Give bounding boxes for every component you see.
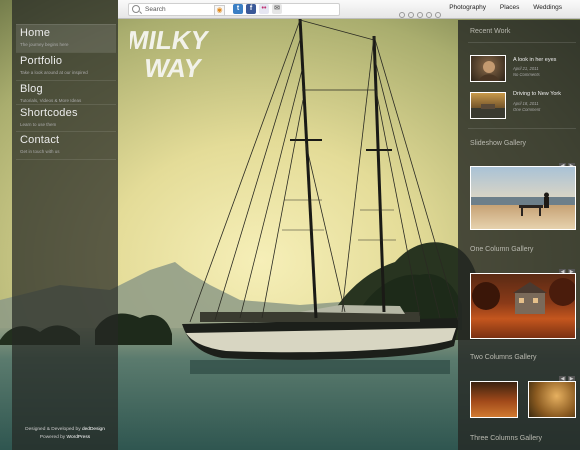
rss-icon[interactable]: ◉ <box>214 5 225 16</box>
work-thumb-2[interactable] <box>470 92 506 119</box>
work-date-1: April 21, 2011 <box>513 66 539 71</box>
designed-prefix: Designed & Developed by <box>25 427 82 432</box>
recent-work-title: Recent Work <box>470 28 511 35</box>
two-columns-gallery-title: Two Columns Gallery <box>470 354 537 361</box>
two-columns-image-1[interactable] <box>470 381 518 418</box>
slide-dot-4[interactable] <box>426 12 432 18</box>
menu-subtitle: Learn to use them <box>20 122 57 127</box>
slide-dot-5[interactable] <box>435 12 441 18</box>
nav-weddings[interactable]: Weddings <box>533 4 562 11</box>
menu-subtitle: Take a look around at our inspired <box>20 70 88 75</box>
search-icon <box>132 5 140 13</box>
work-title-2[interactable]: Driving to New York <box>513 91 561 97</box>
footer-credits: Designed & Developed by dedDesign <box>12 427 118 432</box>
work-title-1[interactable]: A look in her eyes <box>513 57 556 63</box>
work-comments-2[interactable]: One Comment <box>513 107 540 112</box>
menu-item-shortcodes[interactable]: Shortcodes Learn to use them <box>16 104 116 132</box>
slide-dot-3[interactable] <box>417 12 423 18</box>
menu-item-home[interactable]: Home The journey begins here <box>16 24 116 52</box>
divider <box>468 128 576 129</box>
milky-way-logo[interactable]: MILKY WAY <box>125 25 250 90</box>
three-columns-gallery-title: Three Columns Gallery <box>470 435 542 442</box>
left-sidebar: Home The journey begins here Portfolio T… <box>12 0 118 450</box>
work-comments-1[interactable]: No Comments <box>513 72 540 77</box>
two-columns-image-2[interactable] <box>528 381 576 418</box>
logo-line-1: MILKY <box>130 25 211 55</box>
facebook-icon[interactable]: f <box>246 4 256 14</box>
email-icon[interactable]: ✉ <box>272 4 282 14</box>
menu-title: Shortcodes <box>20 107 78 119</box>
one-column-gallery-title: One Column Gallery <box>470 246 534 253</box>
wordpress-link[interactable]: WordPress <box>67 435 91 440</box>
work-thumb-1[interactable] <box>470 55 506 82</box>
menu-subtitle: Get in touch with us <box>20 149 60 154</box>
designer-link[interactable]: dedDesign <box>82 427 105 432</box>
slide-dot-2[interactable] <box>408 12 414 18</box>
menu-title: Blog <box>20 83 43 95</box>
footer-powered: Powered by WordPress <box>12 435 118 440</box>
menu-item-contact[interactable]: Contact Get in touch with us <box>16 131 116 160</box>
twitter-icon[interactable]: t <box>233 4 243 14</box>
top-nav: Photography Places Weddings <box>437 4 562 11</box>
menu-item-portfolio[interactable]: Portfolio Take a look around at our insp… <box>16 52 116 80</box>
menu-title: Portfolio <box>20 55 63 67</box>
nav-places[interactable]: Places <box>500 4 520 11</box>
logo-line-2: WAY <box>142 53 205 83</box>
nav-photography[interactable]: Photography <box>449 4 486 11</box>
divider <box>468 42 576 43</box>
work-date-2: April 18, 2011 <box>513 101 539 106</box>
menu-subtitle: Tutorials, Videos & More Ideas <box>20 98 82 103</box>
menu-title: Contact <box>20 134 60 146</box>
right-sidebar: Recent Work A look in her eyes April 21,… <box>458 20 580 450</box>
one-column-image[interactable] <box>470 273 576 339</box>
menu-subtitle: The journey begins here <box>20 42 69 47</box>
slideshow-image[interactable] <box>470 166 576 230</box>
top-bar: ◉ t f •• ✉ Photography Places Weddings <box>118 0 580 19</box>
slideshow-gallery-title: Slideshow Gallery <box>470 140 527 147</box>
flickr-icon[interactable]: •• <box>259 4 269 14</box>
slide-dot-1[interactable] <box>399 12 405 18</box>
powered-prefix: Powered by <box>39 435 67 440</box>
menu-title: Home <box>20 27 51 39</box>
